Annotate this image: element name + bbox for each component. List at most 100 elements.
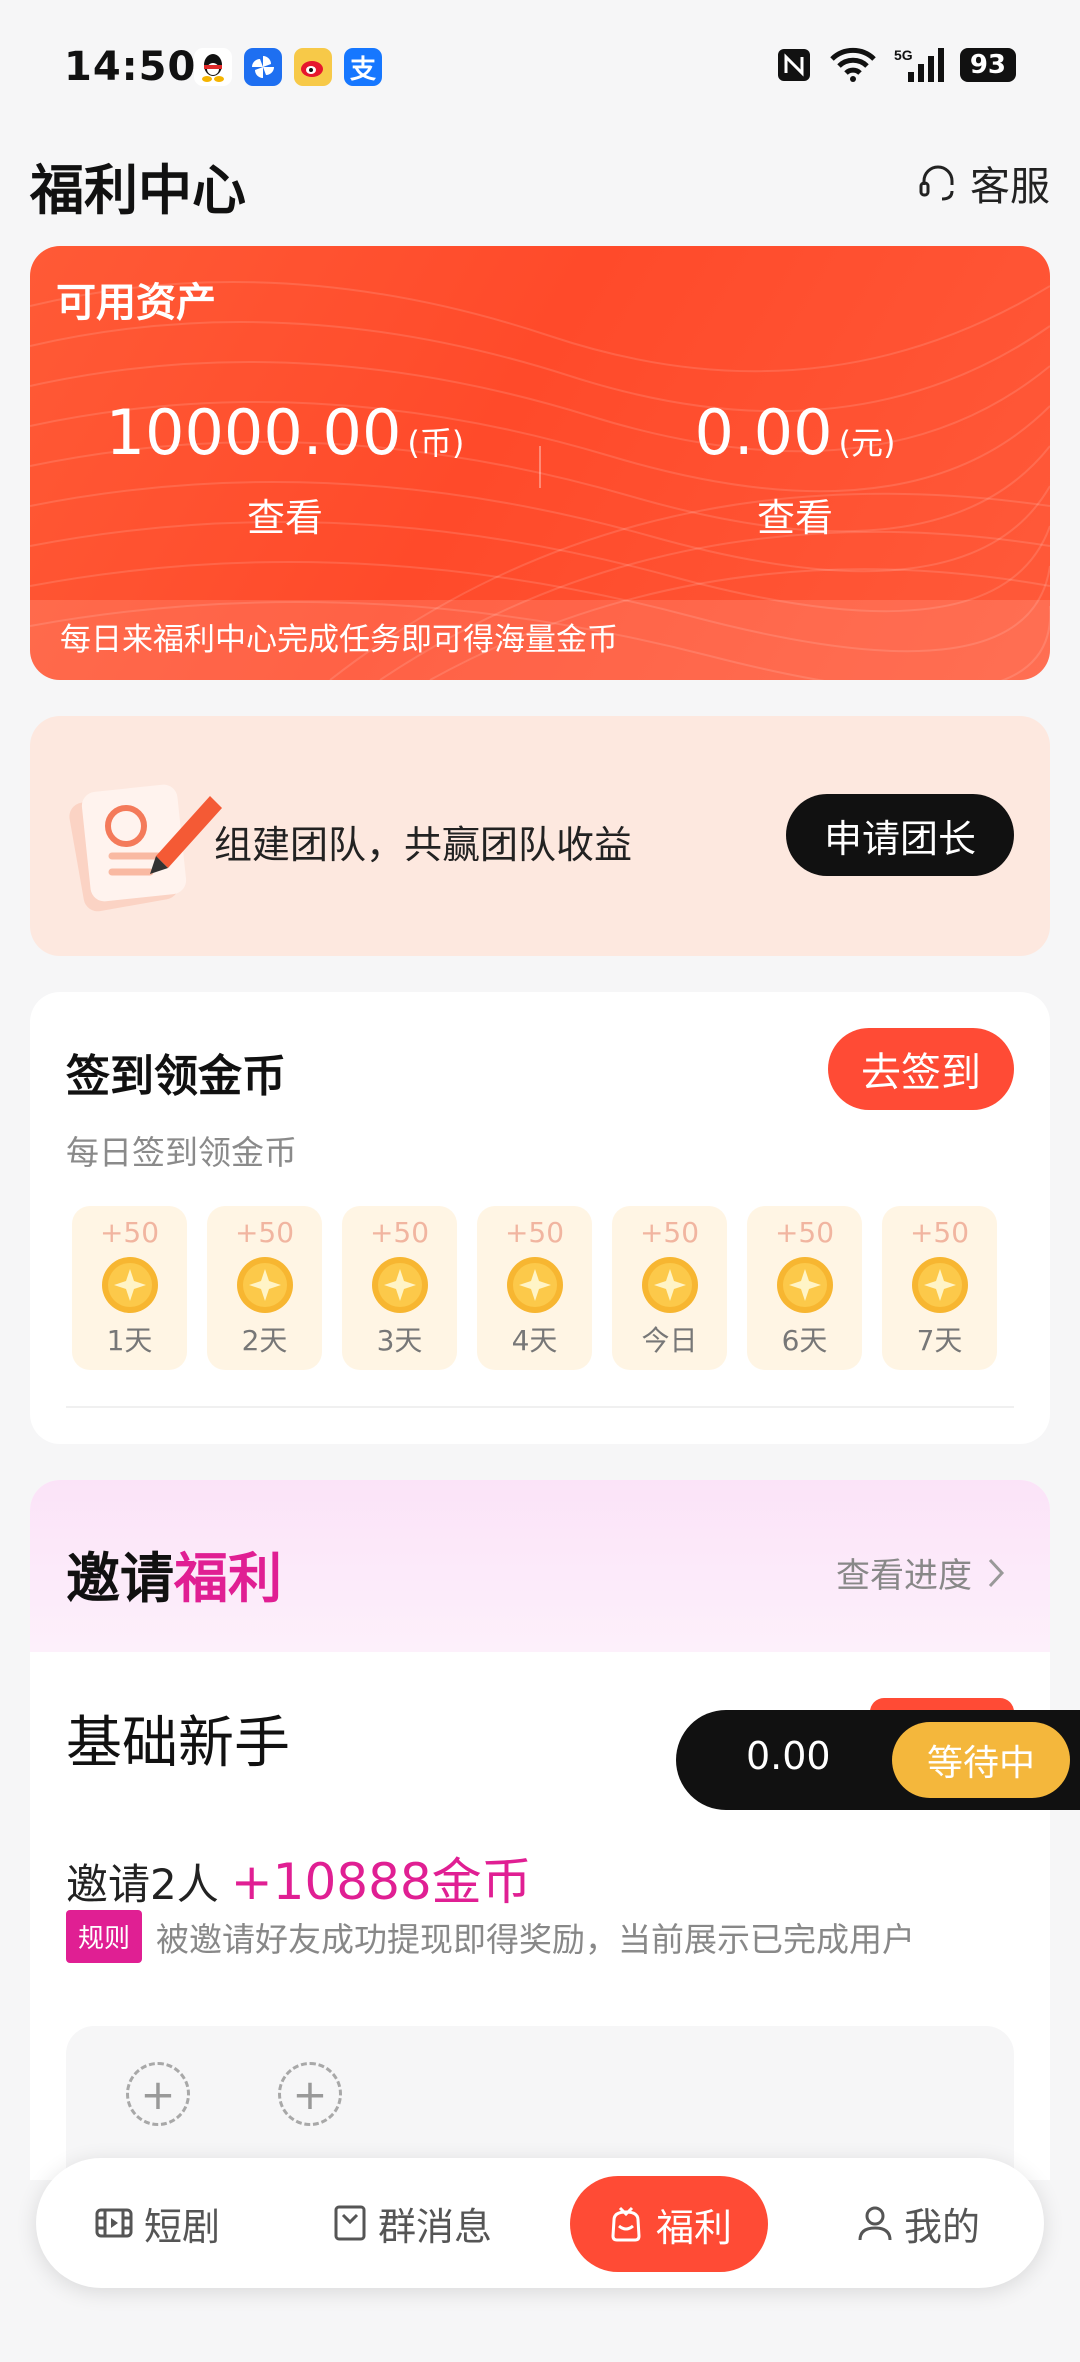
page-header: 福利中心 客服 xyxy=(0,132,1080,242)
day-bonus: +50 xyxy=(909,1216,970,1249)
sign-in-button[interactable]: 去签到 xyxy=(828,1028,1014,1110)
svg-text:5G: 5G xyxy=(894,47,913,63)
day-bonus: +50 xyxy=(774,1216,835,1249)
nav-welfare[interactable]: 福利 xyxy=(570,2176,769,2272)
view-coins-link[interactable]: 查看 xyxy=(30,487,540,542)
day-label: 1天 xyxy=(106,1324,153,1357)
coin-icon xyxy=(641,1257,698,1313)
day-bonus: +50 xyxy=(234,1216,295,1249)
document-pen-icon xyxy=(69,784,222,912)
asset-card: 可用资产 10000.00 (币) 查看 0.00 (元) 查看 每日来福利中心完成… xyxy=(30,246,1050,680)
view-progress-link[interactable]: 查看进度 xyxy=(836,1548,1006,1597)
film-icon xyxy=(95,2208,133,2238)
add-invitee-slot[interactable]: + xyxy=(278,2062,342,2126)
invite-card: 邀请福利 查看进度 基础新手 邀请2人 +10888金币 规则 被邀请好友成功提现… xyxy=(30,1480,1050,2180)
apply-leader-button[interactable]: 申请团长 xyxy=(786,794,1014,876)
team-card: 组建团队，共赢团队收益 申请团长 xyxy=(30,716,1050,956)
rule-text: 被邀请好友成功提现即得奖励，当前展示已完成用户 xyxy=(156,1919,916,1959)
status-bar: 14:50 支 5G 93 xyxy=(0,0,1080,132)
day-bonus: +50 xyxy=(504,1216,565,1249)
customer-service-label: 客服 xyxy=(970,164,1050,210)
status-time: 14:50 xyxy=(64,44,197,90)
day-label: 2天 xyxy=(241,1324,288,1357)
sign-in-title: 签到领金币 xyxy=(66,1051,286,1102)
sign-in-day[interactable]: +50 2天 xyxy=(207,1206,322,1370)
floating-amount: 0.00 xyxy=(746,1734,831,1778)
status-right: 5G 93 xyxy=(776,46,1016,84)
nav-label: 群消息 xyxy=(378,2204,493,2249)
invite-count: 邀请2人 +10888金币 xyxy=(66,1842,532,1914)
invite-reward: +10888金币 xyxy=(230,1853,532,1911)
coin-icon xyxy=(911,1257,968,1313)
sign-in-card: 签到领金币 每日签到领金币 去签到 +50 1天 +50 2天 +50 3天 +… xyxy=(30,992,1050,1444)
invite-title-plain: 邀请 xyxy=(66,1547,174,1610)
gift-bag-icon xyxy=(611,2206,641,2242)
nav-label: 短剧 xyxy=(144,2204,221,2249)
nav-label: 福利 xyxy=(656,2205,733,2250)
sign-in-days: +50 1天 +50 2天 +50 3天 +50 4天 +50 今日 +50 6… xyxy=(72,1206,997,1370)
day-label: 6天 xyxy=(781,1324,828,1357)
coin-icon xyxy=(506,1257,563,1313)
invite-header: 邀请福利 查看进度 xyxy=(30,1480,1050,1652)
sign-in-day[interactable]: +50 6天 xyxy=(747,1206,862,1370)
sign-in-day[interactable]: +50 7天 xyxy=(882,1206,997,1370)
sign-in-subtitle: 每日签到领金币 xyxy=(66,1133,297,1172)
nfc-icon xyxy=(777,49,810,81)
nav-label: 我的 xyxy=(904,2204,981,2249)
chevron-right-icon xyxy=(988,1558,1005,1587)
bottom-nav: 短剧 群消息 福利 我的 xyxy=(36,2158,1044,2288)
user-icon xyxy=(858,2206,892,2241)
cash-amount: 0.00 xyxy=(694,396,833,469)
rule-row: 规则 被邀请好友成功提现即得奖励，当前展示已完成用户 xyxy=(66,1910,915,1963)
invite-title-accent: 福利 xyxy=(174,1547,282,1610)
asset-label: 可用资产 xyxy=(56,280,216,326)
customer-service-button[interactable]: 客服 xyxy=(916,154,1050,212)
divider xyxy=(66,1406,1014,1408)
cash-unit: (元) xyxy=(838,424,896,462)
headset-icon xyxy=(919,165,954,201)
coin-icon xyxy=(101,1257,158,1313)
qq-icon xyxy=(194,48,232,86)
asset-footer-text: 每日来福利中心完成任务即可得海量金币 xyxy=(30,600,1050,680)
wifi-icon xyxy=(830,47,876,82)
coin-icon xyxy=(236,1257,293,1313)
rule-badge[interactable]: 规则 xyxy=(66,1910,143,1963)
nav-group-messages[interactable]: 群消息 xyxy=(332,2158,492,2288)
floating-status-button[interactable]: 等待中 xyxy=(892,1722,1070,1798)
nav-short-drama[interactable]: 短剧 xyxy=(94,2158,220,2288)
day-label: 今日 xyxy=(641,1324,698,1357)
add-invitee-slot[interactable]: + xyxy=(126,2062,190,2126)
cash-balance: 0.00 (元) 查看 xyxy=(540,396,1050,542)
sign-in-day[interactable]: +50 1天 xyxy=(72,1206,187,1370)
team-promo-text: 组建团队，共赢团队收益 xyxy=(214,823,633,867)
coin-icon xyxy=(776,1257,833,1313)
page-title: 福利中心 xyxy=(30,159,246,222)
floating-withdraw-pill[interactable]: 0.00 等待中 xyxy=(676,1710,1080,1810)
invite-title: 邀请福利 xyxy=(66,1534,282,1613)
view-cash-link[interactable]: 查看 xyxy=(540,487,1050,542)
coin-amount: 10000.00 xyxy=(105,396,402,469)
day-label: 3天 xyxy=(376,1324,423,1357)
day-label: 7天 xyxy=(916,1324,963,1357)
coin-icon xyxy=(371,1257,428,1313)
day-label: 4天 xyxy=(511,1324,558,1357)
sign-in-day[interactable]: +50 3天 xyxy=(342,1206,457,1370)
sign-in-day[interactable]: +50 4天 xyxy=(477,1206,592,1370)
tier-title: 基础新手 xyxy=(66,1711,290,1776)
invitee-slots: + + xyxy=(66,2026,1014,2180)
notification-icons: 支 xyxy=(194,48,382,86)
day-bonus: +50 xyxy=(99,1216,160,1249)
view-progress-label: 查看进度 xyxy=(836,1556,972,1596)
signal-icon: 5G xyxy=(894,47,944,82)
day-bonus: +50 xyxy=(639,1216,700,1249)
day-bonus: +50 xyxy=(369,1216,430,1249)
sign-in-day-today[interactable]: +50 今日 xyxy=(612,1206,727,1370)
coin-unit: (币) xyxy=(407,424,465,462)
coin-balance: 10000.00 (币) 查看 xyxy=(30,396,540,542)
alipay-icon: 支 xyxy=(344,48,382,86)
weibo-icon xyxy=(294,48,332,86)
battery-indicator: 93 xyxy=(959,48,1016,82)
nav-mine[interactable]: 我的 xyxy=(856,2158,980,2288)
pinwheel-app-icon xyxy=(244,48,282,86)
invite-count-text: 邀请2人 xyxy=(66,1860,219,1909)
